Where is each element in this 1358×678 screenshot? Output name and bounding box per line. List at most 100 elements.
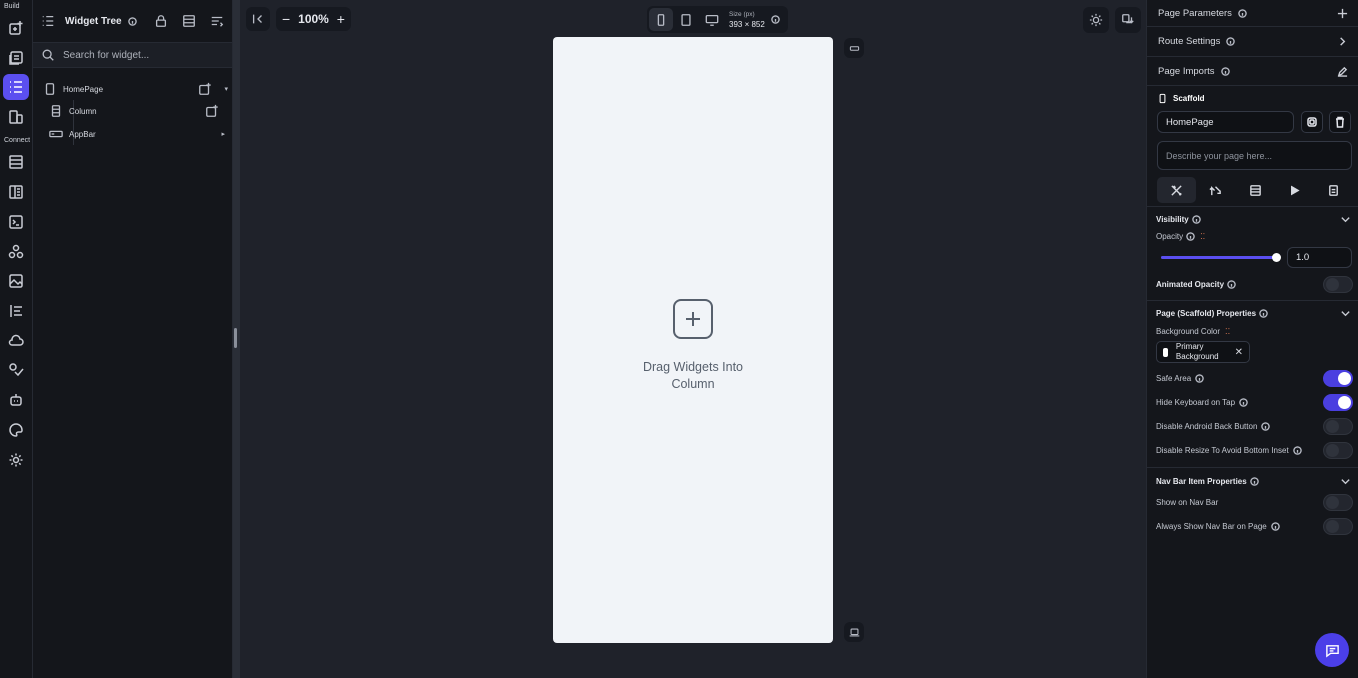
database-icon[interactable] <box>3 149 29 175</box>
edit-icon[interactable] <box>1337 66 1348 77</box>
widget-tree-panel: Widget Tree HomePage ▾ Column App <box>33 0 233 678</box>
divider <box>1147 300 1358 301</box>
tree-node-homepage[interactable]: HomePage ▾ <box>43 82 228 96</box>
clear-color-icon[interactable]: ✕ <box>1235 347 1243 358</box>
tab-animations[interactable] <box>1275 177 1314 203</box>
disable-resize-toggle[interactable] <box>1323 442 1353 459</box>
tests-icon[interactable] <box>3 357 29 383</box>
page-parameters-row[interactable]: Page Parameters <box>1147 0 1358 27</box>
disable-back-toggle[interactable] <box>1323 418 1353 435</box>
info-icon <box>1238 8 1247 18</box>
tree-node-column[interactable]: Column <box>49 104 219 118</box>
caret-down-icon[interactable]: ▾ <box>224 85 228 93</box>
collapse-panel-button[interactable] <box>246 7 270 31</box>
tree-node-appbar[interactable]: AppBar ▸ <box>49 127 225 141</box>
add-page-icon[interactable] <box>3 15 29 41</box>
tab-properties[interactable] <box>1157 177 1197 203</box>
lock-icon[interactable] <box>154 14 168 28</box>
page-description-field[interactable]: Describe your page here... <box>1157 141 1352 170</box>
appbar-toggle-button[interactable] <box>844 38 864 58</box>
opacity-slider[interactable] <box>1161 253 1281 262</box>
filter-icon[interactable] <box>210 14 224 28</box>
variable-binding-icon[interactable]: ⁚⁚ <box>1225 327 1230 336</box>
info-icon <box>1191 215 1201 224</box>
pages-icon[interactable] <box>3 45 29 71</box>
phone-icon <box>1157 93 1168 104</box>
info-icon <box>1292 446 1302 455</box>
size-value: 393 × 852 <box>729 19 765 29</box>
widget-type-header: Scaffold <box>1157 93 1205 104</box>
plus-icon[interactable] <box>1337 8 1348 19</box>
search-icon <box>41 48 55 62</box>
theme-toggle-button[interactable] <box>1083 7 1109 33</box>
add-widget-icon[interactable] <box>673 299 713 339</box>
empty-column-dropzone[interactable]: Drag Widgets Into Column <box>553 299 833 393</box>
cloud-icon[interactable] <box>3 328 29 354</box>
opacity-slider-thumb[interactable] <box>1271 253 1281 262</box>
tablet-device-button[interactable] <box>673 8 699 31</box>
add-child-icon[interactable] <box>205 104 219 118</box>
chevron-down-icon <box>1340 476 1351 487</box>
info-icon[interactable] <box>127 16 137 26</box>
hide-keyboard-toggle[interactable] <box>1323 394 1353 411</box>
opacity-label: Opacity <box>1156 232 1184 241</box>
info-icon[interactable] <box>771 15 780 24</box>
divider <box>1147 206 1358 207</box>
delete-button[interactable] <box>1329 111 1351 133</box>
scaffold-section-header[interactable]: Page (Scaffold) Properties <box>1156 308 1351 319</box>
opacity-value-field[interactable]: 1.0 <box>1287 247 1352 268</box>
logs-icon[interactable] <box>3 298 29 324</box>
visibility-section-header[interactable]: Visibility <box>1156 214 1351 225</box>
widget-type-label: Scaffold <box>1173 94 1205 103</box>
chat-icon <box>1325 643 1340 658</box>
route-settings-label: Route Settings <box>1158 36 1221 47</box>
widget-tree-title: Widget Tree <box>65 15 122 27</box>
build-label: Build <box>4 3 20 10</box>
add-child-icon[interactable] <box>198 82 212 96</box>
safe-area-row: Safe Area <box>1156 370 1353 387</box>
show-nav-bar-label: Show on Nav Bar <box>1156 498 1219 507</box>
divider <box>1147 467 1358 468</box>
widget-search-input[interactable] <box>63 49 213 61</box>
laptop-icon <box>849 627 860 638</box>
page-imports-label: Page Imports <box>1158 65 1215 77</box>
zoom-out-button[interactable]: − <box>282 11 290 27</box>
components-icon[interactable] <box>3 104 29 130</box>
nav-bar-section-header[interactable]: Nav Bar Item Properties <box>1156 476 1351 487</box>
connect-label: Connect <box>4 137 31 144</box>
tab-state[interactable] <box>1314 177 1353 203</box>
safe-area-toggle[interactable] <box>1323 370 1353 387</box>
layout-icon[interactable] <box>182 14 196 28</box>
column-icon <box>49 104 63 118</box>
tab-actions[interactable] <box>1196 177 1235 203</box>
widget-search <box>33 42 232 68</box>
zoom-in-button[interactable]: + <box>337 11 345 27</box>
api-icon[interactable] <box>3 209 29 235</box>
info-icon <box>1270 522 1280 531</box>
agent-icon[interactable] <box>3 387 29 413</box>
integrations-icon[interactable] <box>3 239 29 265</box>
desktop-device-button[interactable] <box>699 8 725 31</box>
background-color-picker[interactable]: Primary Background ✕ <box>1156 341 1250 363</box>
data-types-icon[interactable] <box>3 179 29 205</box>
panel-resize-handle[interactable] <box>233 0 240 678</box>
page-imports-row[interactable]: Page Imports <box>1147 57 1358 86</box>
preview-button[interactable] <box>1115 7 1141 33</box>
media-icon[interactable] <box>3 268 29 294</box>
settings-icon[interactable] <box>3 447 29 473</box>
show-nav-bar-toggle[interactable] <box>1323 494 1353 511</box>
scaffold-section-label: Page (Scaffold) Properties <box>1156 309 1257 318</box>
page-name-field[interactable]: HomePage <box>1157 111 1294 133</box>
caret-right-icon[interactable]: ▸ <box>221 130 225 138</box>
widget-tree-icon[interactable] <box>3 74 29 100</box>
keyboard-preview-button[interactable] <box>844 622 864 642</box>
theme-icon[interactable] <box>3 417 29 443</box>
always-show-nav-toggle[interactable] <box>1323 518 1353 535</box>
chat-support-button[interactable] <box>1315 633 1349 667</box>
tab-backend-query[interactable] <box>1235 177 1274 203</box>
animated-opacity-toggle[interactable] <box>1323 276 1353 293</box>
variable-binding-icon[interactable]: ⁚⁚ <box>1200 232 1205 241</box>
route-settings-row[interactable]: Route Settings <box>1147 27 1358 57</box>
copy-button[interactable] <box>1301 111 1323 133</box>
mobile-device-button[interactable] <box>649 8 673 31</box>
